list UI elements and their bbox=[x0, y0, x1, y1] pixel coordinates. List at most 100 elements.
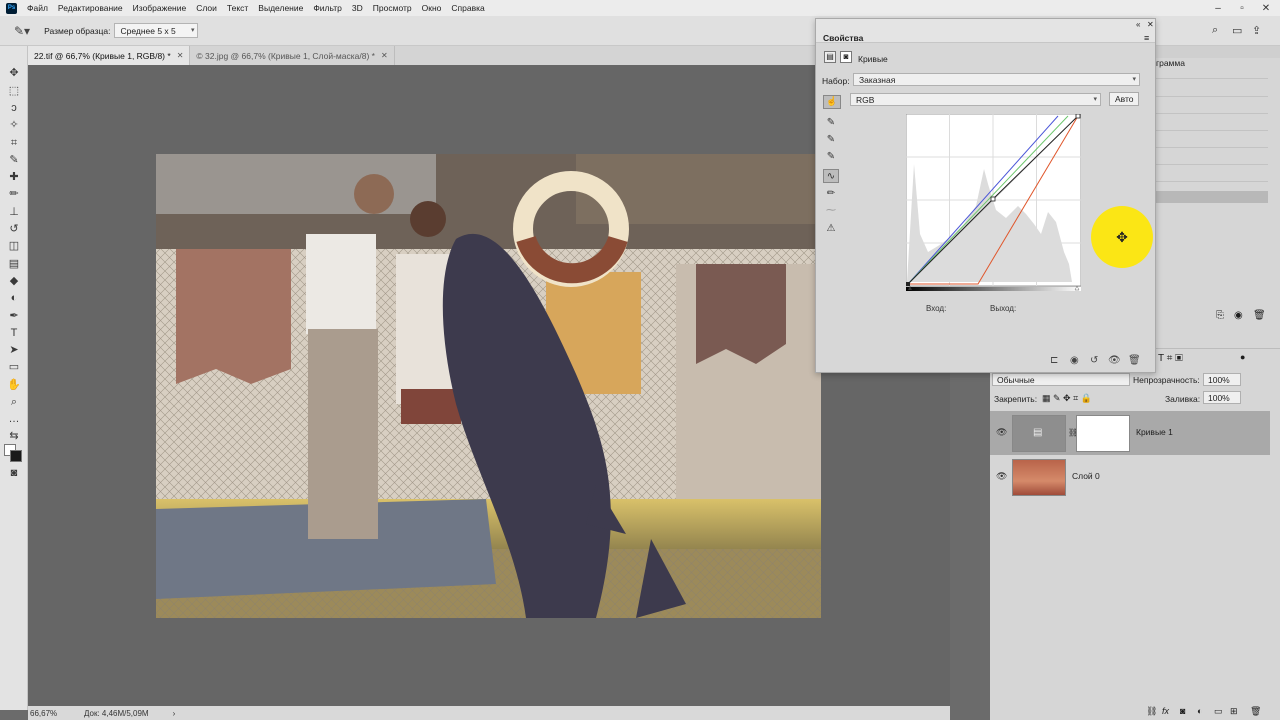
folder-icon[interactable]: ▭ bbox=[1214, 706, 1223, 717]
document-photo[interactable] bbox=[156, 154, 821, 618]
minimize-icon[interactable]: – bbox=[1206, 0, 1230, 16]
quick-mask-icon[interactable]: ◙ bbox=[6, 466, 22, 480]
filter-toggle-icon[interactable]: ● bbox=[1240, 352, 1245, 362]
adjustment-layer-icon[interactable]: ◐ bbox=[1197, 706, 1202, 716]
hand-tool-icon[interactable]: ✋ bbox=[6, 378, 22, 392]
curves-graph-svg[interactable] bbox=[905, 113, 1082, 294]
fill-input[interactable]: 100% bbox=[1203, 391, 1241, 404]
dodge-tool-icon[interactable]: ◐ bbox=[6, 291, 22, 305]
crop-tool-icon[interactable]: ⌗ bbox=[6, 136, 22, 150]
lasso-tool-icon[interactable]: ↄ bbox=[6, 101, 22, 115]
panel-menu-icon[interactable]: ≡ bbox=[1144, 33, 1149, 43]
layer-filter-icons[interactable]: T ⌗ ▣ bbox=[1158, 353, 1183, 364]
eyedropper-tool-icon[interactable]: ✎▾ bbox=[14, 24, 30, 38]
menu-type[interactable]: Текст bbox=[227, 3, 248, 13]
new-layer-icon[interactable]: ⊞ bbox=[1230, 706, 1238, 717]
layer-mask-thumbnail[interactable] bbox=[1076, 415, 1130, 452]
path-select-icon[interactable]: ➤ bbox=[6, 343, 22, 357]
curves-graph[interactable] bbox=[905, 113, 1082, 294]
gradient-tool-icon[interactable]: ▤ bbox=[6, 257, 22, 271]
menu-layers[interactable]: Слои bbox=[196, 3, 217, 13]
search-icon[interactable]: ⌕ bbox=[1212, 24, 1218, 37]
close-icon[interactable]: ✕ bbox=[177, 51, 184, 60]
link-layers-icon[interactable]: ⛓ bbox=[1146, 706, 1157, 717]
sample-size-select[interactable]: Среднее 5 х 5 ▾ bbox=[114, 23, 199, 38]
mask-icon[interactable]: ◙ bbox=[840, 51, 852, 63]
snapshot-icon[interactable]: ⎘ bbox=[1216, 310, 1224, 321]
history-item[interactable] bbox=[1156, 147, 1268, 148]
history-item[interactable] bbox=[1156, 164, 1268, 165]
tab-32-jpg[interactable]: © 32.jpg @ 66,7% (Кривые 1, Слой-маска/8… bbox=[190, 46, 395, 65]
menu-edit[interactable]: Редактирование bbox=[58, 3, 123, 13]
gray-point-eyedropper-icon[interactable]: ✎ bbox=[823, 133, 839, 147]
trash-icon[interactable]: 🗑 bbox=[1253, 310, 1266, 321]
history-item[interactable] bbox=[1156, 130, 1268, 131]
menu-select[interactable]: Выделение bbox=[258, 3, 303, 13]
history-item[interactable] bbox=[1156, 181, 1268, 182]
brush-tool-icon[interactable]: ✏ bbox=[6, 187, 22, 201]
eraser-tool-icon[interactable]: ◫ bbox=[6, 239, 22, 253]
on-image-adjust-icon[interactable]: ☝ bbox=[823, 95, 841, 109]
add-mask-icon[interactable]: ◙ bbox=[1180, 706, 1185, 716]
smooth-curve-icon[interactable]: ⁓ bbox=[823, 204, 839, 218]
menu-view[interactable]: Просмотр bbox=[373, 3, 412, 13]
lock-icons[interactable]: ▦ ✎ ✥ ⌗ 🔒 bbox=[1042, 393, 1092, 404]
eyedropper-tool-icon[interactable]: ✎ bbox=[6, 153, 22, 167]
menu-file[interactable]: Файл bbox=[27, 3, 48, 13]
preset-select[interactable]: Заказная ▾ bbox=[853, 73, 1140, 86]
black-point-eyedropper-icon[interactable]: ✎ bbox=[823, 116, 839, 130]
close-icon[interactable]: ✕ bbox=[381, 51, 388, 60]
history-item[interactable] bbox=[1156, 96, 1268, 97]
marquee-tool-icon[interactable]: ⬚ bbox=[6, 84, 22, 98]
curves-adjustment-icon[interactable]: ▤ bbox=[824, 51, 836, 63]
background-color-swatch[interactable] bbox=[10, 450, 22, 462]
curve-points-icon[interactable]: ∿ bbox=[823, 169, 839, 183]
layer-curves-1[interactable]: 👁 ▤ ⛓ Кривые 1 bbox=[990, 411, 1270, 455]
close-icon[interactable]: ✕ bbox=[1254, 0, 1278, 16]
stamp-tool-icon[interactable]: ⊥ bbox=[6, 205, 22, 219]
eye-icon[interactable]: 👁 bbox=[996, 471, 1007, 482]
quick-select-tool-icon[interactable]: ✧ bbox=[6, 118, 22, 132]
properties-titlebar[interactable] bbox=[816, 19, 1155, 43]
zoom-level[interactable]: 66,67% bbox=[30, 709, 80, 718]
history-brush-icon[interactable]: ↺ bbox=[6, 222, 22, 236]
menu-window[interactable]: Окно bbox=[422, 3, 442, 13]
menu-image[interactable]: Изображение bbox=[133, 3, 187, 13]
camera-icon[interactable]: ◉ bbox=[1234, 310, 1243, 321]
swap-colors-icon[interactable]: ⇆ bbox=[6, 429, 22, 443]
history-item-selected[interactable] bbox=[1156, 191, 1268, 203]
trash-icon[interactable]: 🗑 bbox=[1250, 706, 1261, 717]
share-icon[interactable]: ⇪ bbox=[1252, 24, 1261, 37]
white-point-eyedropper-icon[interactable]: ✎ bbox=[823, 150, 839, 164]
more-tools-icon[interactable]: … bbox=[6, 412, 22, 426]
close-icon[interactable]: ✕ bbox=[1147, 20, 1154, 29]
menu-filter[interactable]: Фильтр bbox=[313, 3, 342, 13]
blend-mode-select[interactable]: Обычные bbox=[992, 373, 1130, 386]
opacity-input[interactable]: 100% bbox=[1203, 373, 1241, 386]
pen-tool-icon[interactable]: ✒ bbox=[6, 309, 22, 323]
clipping-warning-icon[interactable]: ⚠ bbox=[823, 222, 839, 236]
pencil-draw-icon[interactable]: ✏ bbox=[823, 187, 839, 201]
auto-button[interactable]: Авто bbox=[1109, 92, 1139, 106]
history-item[interactable] bbox=[1156, 78, 1268, 79]
visibility-eye-icon[interactable]: 👁 bbox=[1108, 355, 1121, 366]
view-previous-icon[interactable]: ◉ bbox=[1070, 355, 1079, 366]
tab-histogram[interactable]: грамма bbox=[1156, 58, 1185, 68]
history-item[interactable] bbox=[1156, 113, 1268, 114]
move-tool-icon[interactable]: ✥ bbox=[6, 66, 22, 80]
maximize-icon[interactable]: ▫ bbox=[1230, 0, 1254, 16]
zoom-tool-icon[interactable]: ⌕ bbox=[6, 395, 22, 409]
reset-icon[interactable]: ↺ bbox=[1090, 355, 1098, 366]
trash-icon[interactable]: 🗑 bbox=[1128, 355, 1141, 366]
fx-icon[interactable]: fx bbox=[1162, 706, 1169, 716]
layer-0[interactable]: 👁 Слой 0 bbox=[990, 455, 1270, 499]
rectangle-tool-icon[interactable]: ▭ bbox=[6, 360, 22, 374]
chevron-right-icon[interactable]: › bbox=[173, 709, 176, 718]
healing-brush-icon[interactable]: ✚ bbox=[6, 170, 22, 184]
blur-tool-icon[interactable]: ◆ bbox=[6, 274, 22, 288]
workspace-icon[interactable]: ▭ bbox=[1232, 24, 1242, 37]
tab-22-tif[interactable]: 22.tif @ 66,7% (Кривые 1, RGB/8) * ✕ bbox=[28, 46, 191, 65]
menu-3d[interactable]: 3D bbox=[352, 3, 363, 13]
eye-icon[interactable]: 👁 bbox=[996, 427, 1007, 438]
menu-help[interactable]: Справка bbox=[451, 3, 484, 13]
